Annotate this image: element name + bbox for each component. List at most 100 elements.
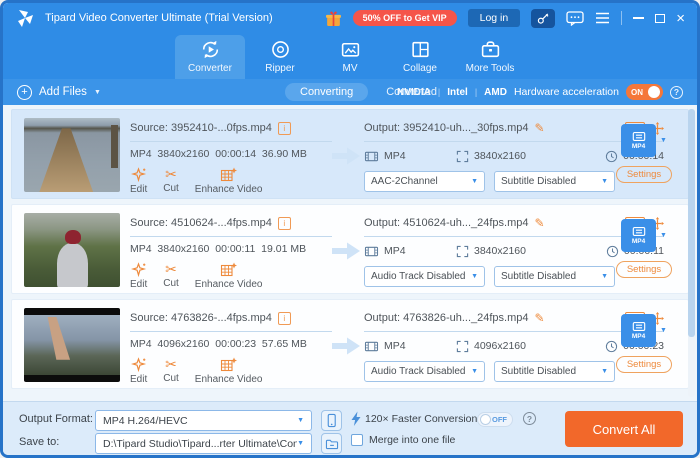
divider	[130, 331, 332, 332]
source-meta: MP4 3840x2160 00:00:14 36.90 MB	[130, 148, 307, 160]
maximize-button[interactable]	[655, 13, 666, 23]
tab-more-tools[interactable]: More Tools	[455, 35, 525, 79]
close-button[interactable]: ×	[676, 11, 685, 26]
rename-pencil-icon[interactable]: ✎	[535, 121, 545, 135]
edit-button[interactable]: Edit	[130, 262, 147, 290]
menu-button[interactable]	[595, 12, 610, 24]
device-icon	[327, 413, 336, 428]
resolution-expand-icon	[456, 150, 469, 162]
toggle-state-label: ON	[631, 87, 643, 97]
hw-acceleration-label: Hardware acceleration	[513, 86, 619, 98]
main-nav: Converter Ripper MV Collage More Tools	[3, 33, 697, 79]
chevron-down-icon[interactable]: ▼	[660, 327, 667, 334]
file-list: Source: 3952410-...0fps.mp4 i MP4 3840x2…	[3, 105, 697, 401]
tab-converted[interactable]: Converted	[386, 86, 437, 98]
cut-button[interactable]: ✂ Cut	[163, 262, 179, 290]
file-row[interactable]: Source: 4510624-...4fps.mp4 i MP4 3840x2…	[11, 204, 689, 294]
output-format-select[interactable]: MP4 H.264/HEVC ▼	[95, 410, 312, 431]
maximize-icon	[655, 13, 666, 23]
video-thumbnail[interactable]	[24, 213, 120, 287]
rename-pencil-icon[interactable]: ✎	[535, 311, 545, 325]
help-icon[interactable]: ?	[670, 85, 683, 99]
output-profile-button[interactable]: MP4	[621, 219, 657, 252]
tab-mv[interactable]: MV	[315, 35, 385, 79]
enhance-grid-icon	[221, 262, 238, 277]
output-profile-button[interactable]: MP4	[621, 314, 657, 347]
output-resolution: 3840x2160	[474, 245, 526, 257]
cut-button[interactable]: ✂ Cut	[163, 357, 179, 385]
edit-button[interactable]: Edit	[130, 167, 147, 195]
faster-conversion-label: 120× Faster Conversion	[365, 413, 478, 425]
mode-tabs: Converting Converted	[285, 83, 437, 101]
register-key-button[interactable]	[531, 8, 556, 28]
resolution-expand-icon	[456, 340, 469, 352]
scrollbar-thumb[interactable]	[688, 109, 695, 337]
promo-badge[interactable]: 50% OFF to Get VIP	[352, 10, 457, 26]
enhance-video-button[interactable]: Enhance Video	[195, 262, 262, 290]
folder-icon	[325, 439, 338, 449]
help-icon[interactable]: ?	[523, 412, 536, 425]
save-to-select[interactable]: D:\Tipard Studio\Tipard...rter Ultimate\…	[95, 433, 312, 454]
edit-label: Edit	[130, 184, 148, 195]
film-icon	[364, 246, 379, 256]
chevron-down-icon: ▼	[297, 417, 304, 424]
minimize-button[interactable]	[633, 17, 645, 19]
video-thumbnail[interactable]	[24, 118, 120, 192]
rename-pencil-icon[interactable]: ✎	[535, 216, 545, 230]
audio-track-select[interactable]: Audio Track Disabled ▼	[364, 361, 485, 382]
open-folder-button[interactable]	[321, 433, 342, 454]
converter-icon	[202, 40, 218, 59]
output-format: MP4	[384, 245, 406, 257]
faster-conversion-toggle[interactable]: OFF	[477, 412, 513, 427]
info-icon[interactable]: i	[277, 311, 291, 325]
chevron-down-icon[interactable]: ▼	[660, 232, 667, 239]
output-resolution: 4096x2160	[474, 340, 526, 352]
enhance-video-button[interactable]: Enhance Video	[195, 167, 262, 195]
output-format-value: MP4 H.264/HEVC	[103, 414, 188, 427]
info-icon[interactable]: i	[277, 121, 291, 135]
scrollbar[interactable]	[688, 109, 695, 397]
merge-checkbox[interactable]	[351, 434, 363, 446]
file-row[interactable]: Source: 3952410-...0fps.mp4 i MP4 3840x2…	[11, 109, 689, 199]
merge-label[interactable]: Merge into one file	[369, 434, 455, 446]
profile-column: MP4 ▼ Settings	[612, 124, 676, 183]
toggle-state-label: OFF	[492, 415, 507, 424]
settings-button[interactable]: Settings	[615, 261, 673, 278]
device-preview-button[interactable]	[321, 410, 342, 431]
audio-track-select[interactable]: Audio Track Disabled ▼	[364, 266, 485, 287]
hw-acceleration-toggle[interactable]: ON	[626, 84, 663, 100]
convert-all-button[interactable]: Convert All	[565, 411, 683, 447]
arrow-right-icon	[332, 337, 360, 355]
subtitle-select[interactable]: Subtitle Disabled ▼	[494, 171, 615, 192]
enhance-video-button[interactable]: Enhance Video	[195, 357, 262, 385]
feedback-button[interactable]	[566, 10, 584, 26]
subtitle-select[interactable]: Subtitle Disabled ▼	[494, 361, 615, 382]
audio-track-select[interactable]: AAC-2Channel ▼	[364, 171, 485, 192]
app-window: Tipard Video Converter Ultimate (Trial V…	[0, 0, 700, 458]
tab-ripper[interactable]: Ripper	[245, 35, 315, 79]
settings-button[interactable]: Settings	[615, 356, 673, 373]
tab-converter[interactable]: Converter	[175, 35, 245, 79]
edit-button[interactable]: Edit	[130, 357, 147, 385]
profile-format-label: MP4	[631, 143, 646, 150]
output-profile-button[interactable]: MP4	[621, 124, 657, 157]
info-icon[interactable]: i	[277, 216, 291, 230]
chevron-down-icon[interactable]: ▼	[660, 137, 667, 144]
subtitle-select[interactable]: Subtitle Disabled ▼	[494, 266, 615, 287]
divider	[130, 236, 332, 237]
video-thumbnail[interactable]	[24, 308, 120, 382]
chat-bubble-icon	[566, 10, 584, 26]
output-filename: Output: 4763826-uh..._24fps.mp4	[364, 312, 529, 324]
file-row[interactable]: Source: 4763826-...4fps.mp4 i MP4 4096x2…	[11, 299, 689, 389]
subtitle-value: Subtitle Disabled	[501, 366, 577, 377]
output-format: MP4	[384, 150, 406, 162]
tab-converting[interactable]: Converting	[285, 83, 369, 101]
add-files-button[interactable]: + Add Files ▼	[17, 84, 101, 100]
resolution-expand-icon	[456, 245, 469, 257]
settings-button[interactable]: Settings	[615, 166, 673, 183]
login-button[interactable]: Log in	[467, 9, 521, 27]
cut-button[interactable]: ✂ Cut	[163, 167, 179, 195]
source-meta: MP4 3840x2160 00:00:11 19.01 MB	[130, 243, 307, 255]
tab-collage[interactable]: Collage	[385, 35, 455, 79]
profile-column: MP4 ▼ Settings	[612, 314, 676, 373]
